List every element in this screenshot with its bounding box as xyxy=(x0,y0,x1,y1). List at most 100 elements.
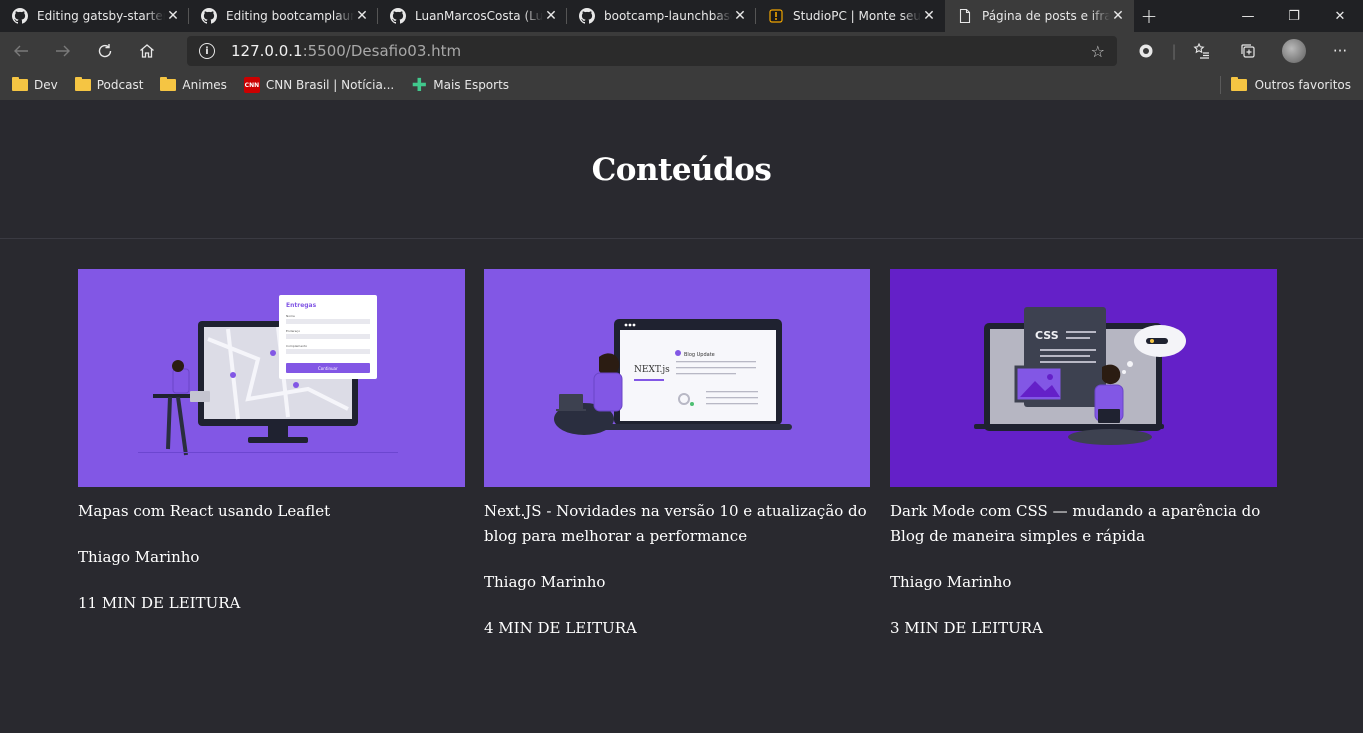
collections-icon[interactable] xyxy=(1225,42,1271,60)
studiopc-icon xyxy=(769,9,783,23)
toolbar-divider: | xyxy=(1171,42,1177,60)
post-card[interactable]: NEXT.js Blog Update Next.JS - Novidades … xyxy=(484,269,871,641)
post-title[interactable]: Mapas com React usando Leaflet xyxy=(78,499,465,524)
bookmark-dev[interactable]: Dev xyxy=(12,77,58,92)
tab-title: Editing bootcamplaunchbase xyxy=(226,9,354,23)
cards-grid: Entregas Nome Endereço Complemento Conti… xyxy=(78,269,1277,641)
post-author: Thiago Marinho xyxy=(484,573,606,591)
github-icon xyxy=(579,8,595,24)
tab-title: Página de posts e iframe xyxy=(982,9,1110,23)
minimize-icon[interactable]: — xyxy=(1225,0,1271,32)
post-read-time: 3 MIN DE LEITURA xyxy=(890,619,1043,637)
form-button: Continuar xyxy=(318,366,338,371)
refresh-icon xyxy=(98,44,112,58)
page-title: Conteúdos xyxy=(591,152,772,188)
avatar xyxy=(1282,39,1306,63)
close-icon[interactable]: ✕ xyxy=(1110,8,1126,24)
github-icon xyxy=(12,8,28,24)
nextjs-illustration: NEXT.js Blog Update xyxy=(554,319,792,435)
bookmarks-divider xyxy=(1219,76,1221,94)
blog-update: Blog Update xyxy=(684,352,715,358)
post-title[interactable]: Next.JS - Novidades na versão 10 e atual… xyxy=(484,499,871,549)
tab-4[interactable]: bootcamp-launchbase- ✕ xyxy=(567,0,756,32)
favorites-icon[interactable] xyxy=(1179,42,1225,60)
tab-2[interactable]: Editing bootcamplaunchbase ✕ xyxy=(189,0,378,32)
forward-arrow-icon xyxy=(56,45,70,57)
bookmark-label: CNN Brasil | Notícia... xyxy=(265,78,395,92)
form-field-label: Nome xyxy=(286,314,295,318)
post-image-maps[interactable]: Entregas Nome Endereço Complemento Conti… xyxy=(78,269,465,487)
bookmark-mais-esports[interactable]: ✚ Mais Esports xyxy=(411,74,510,96)
home-icon xyxy=(140,44,154,58)
browser-toolbar: i 127.0.0.1:5500/Desafio03.htm ☆ | ··· xyxy=(0,32,1363,70)
window-controls: — ❐ ✕ xyxy=(1225,0,1363,32)
post-author: Thiago Marinho xyxy=(890,573,1012,591)
maps-illustration: Entregas Nome Endereço Complemento Conti… xyxy=(138,295,398,456)
page-icon xyxy=(959,8,971,24)
bookmark-label: Podcast xyxy=(96,78,144,92)
tab-1[interactable]: Editing gatsby-starter-gatsby ✕ xyxy=(0,0,189,32)
tab-title: StudioPC | Monte seu P xyxy=(793,9,921,23)
bookmark-label: Mais Esports xyxy=(433,78,510,92)
close-window-icon[interactable]: ✕ xyxy=(1317,0,1363,32)
bookmark-label: Animes xyxy=(182,78,227,92)
post-author: Thiago Marinho xyxy=(78,548,200,566)
url-text: 127.0.0.1:5500/Desafio03.htm xyxy=(231,42,462,60)
close-icon[interactable]: ✕ xyxy=(732,8,748,24)
forward-button[interactable] xyxy=(42,35,84,67)
close-icon[interactable]: ✕ xyxy=(543,8,559,24)
bookmarks-bar: Dev Podcast Animes CNN CNN Brasil | Notí… xyxy=(0,70,1363,100)
other-favorites[interactable]: Outros favoritos xyxy=(1219,70,1351,100)
folder-icon xyxy=(160,77,177,91)
tab-3[interactable]: LuanMarcosCosta (Luã ✕ xyxy=(378,0,567,32)
more-menu-icon[interactable]: ··· xyxy=(1317,42,1363,60)
form-field-label: Endereço xyxy=(286,329,300,333)
other-favorites-label: Outros favoritos xyxy=(1254,78,1351,92)
tab-title: Editing gatsby-starter-gatsby xyxy=(37,9,165,23)
back-arrow-icon xyxy=(14,45,28,57)
refresh-button[interactable] xyxy=(84,35,126,67)
post-read-time: 11 MIN DE LEITURA xyxy=(78,594,241,612)
close-icon[interactable]: ✕ xyxy=(921,8,937,24)
post-read-time: 4 MIN DE LEITURA xyxy=(484,619,637,637)
close-icon[interactable]: ✕ xyxy=(165,8,181,24)
github-icon xyxy=(201,8,217,24)
tab-5[interactable]: StudioPC | Monte seu P ✕ xyxy=(756,0,945,32)
favorite-star-icon[interactable]: ☆ xyxy=(1091,42,1105,61)
form-field-label: Complemento xyxy=(286,344,307,348)
back-button[interactable] xyxy=(0,35,42,67)
address-bar[interactable]: i 127.0.0.1:5500/Desafio03.htm ☆ xyxy=(187,36,1117,66)
profile-button[interactable] xyxy=(1271,39,1317,63)
plus-icon: ✚ xyxy=(411,74,427,96)
folder-icon xyxy=(74,77,91,91)
post-image-darkmode[interactable]: CSS xyxy=(890,269,1277,487)
css-label: CSS xyxy=(1035,329,1059,342)
tab-6-active[interactable]: Página de posts e iframe ✕ xyxy=(945,0,1134,32)
folder-icon xyxy=(12,77,28,91)
bookmark-podcast[interactable]: Podcast xyxy=(74,77,144,92)
tab-title: bootcamp-launchbase- xyxy=(604,9,732,23)
post-card[interactable]: Entregas Nome Endereço Complemento Conti… xyxy=(78,269,465,641)
bookmark-cnn[interactable]: CNN CNN Brasil | Notícia... xyxy=(243,77,395,93)
tab-title: LuanMarcosCosta (Luã xyxy=(415,9,543,23)
new-tab-button[interactable]: + xyxy=(1134,0,1164,32)
post-image-nextjs[interactable]: NEXT.js Blog Update xyxy=(484,269,870,487)
home-button[interactable] xyxy=(126,35,168,67)
form-title: Entregas xyxy=(286,302,317,309)
tab-bar: Editing gatsby-starter-gatsby ✕ Editing … xyxy=(0,0,1363,32)
post-card[interactable]: CSS Dark Mode com CSS — mudando a aparên… xyxy=(890,269,1277,641)
cnn-icon: CNN xyxy=(243,77,260,93)
extension-icon[interactable] xyxy=(1123,43,1169,59)
maximize-icon[interactable]: ❐ xyxy=(1271,0,1317,32)
close-icon[interactable]: ✕ xyxy=(354,8,370,24)
post-title[interactable]: Dark Mode com CSS — mudando a aparência … xyxy=(890,499,1277,549)
bookmark-label: Dev xyxy=(34,78,58,92)
folder-icon xyxy=(1230,77,1247,91)
toolbar-right: | ··· xyxy=(1123,32,1363,70)
bookmark-animes[interactable]: Animes xyxy=(160,77,227,92)
info-icon[interactable]: i xyxy=(199,43,215,59)
next-logo: NEXT.js xyxy=(634,365,670,375)
darkmode-illustration: CSS xyxy=(974,307,1186,445)
page-header: Conteúdos xyxy=(0,102,1363,239)
github-icon xyxy=(390,8,406,24)
